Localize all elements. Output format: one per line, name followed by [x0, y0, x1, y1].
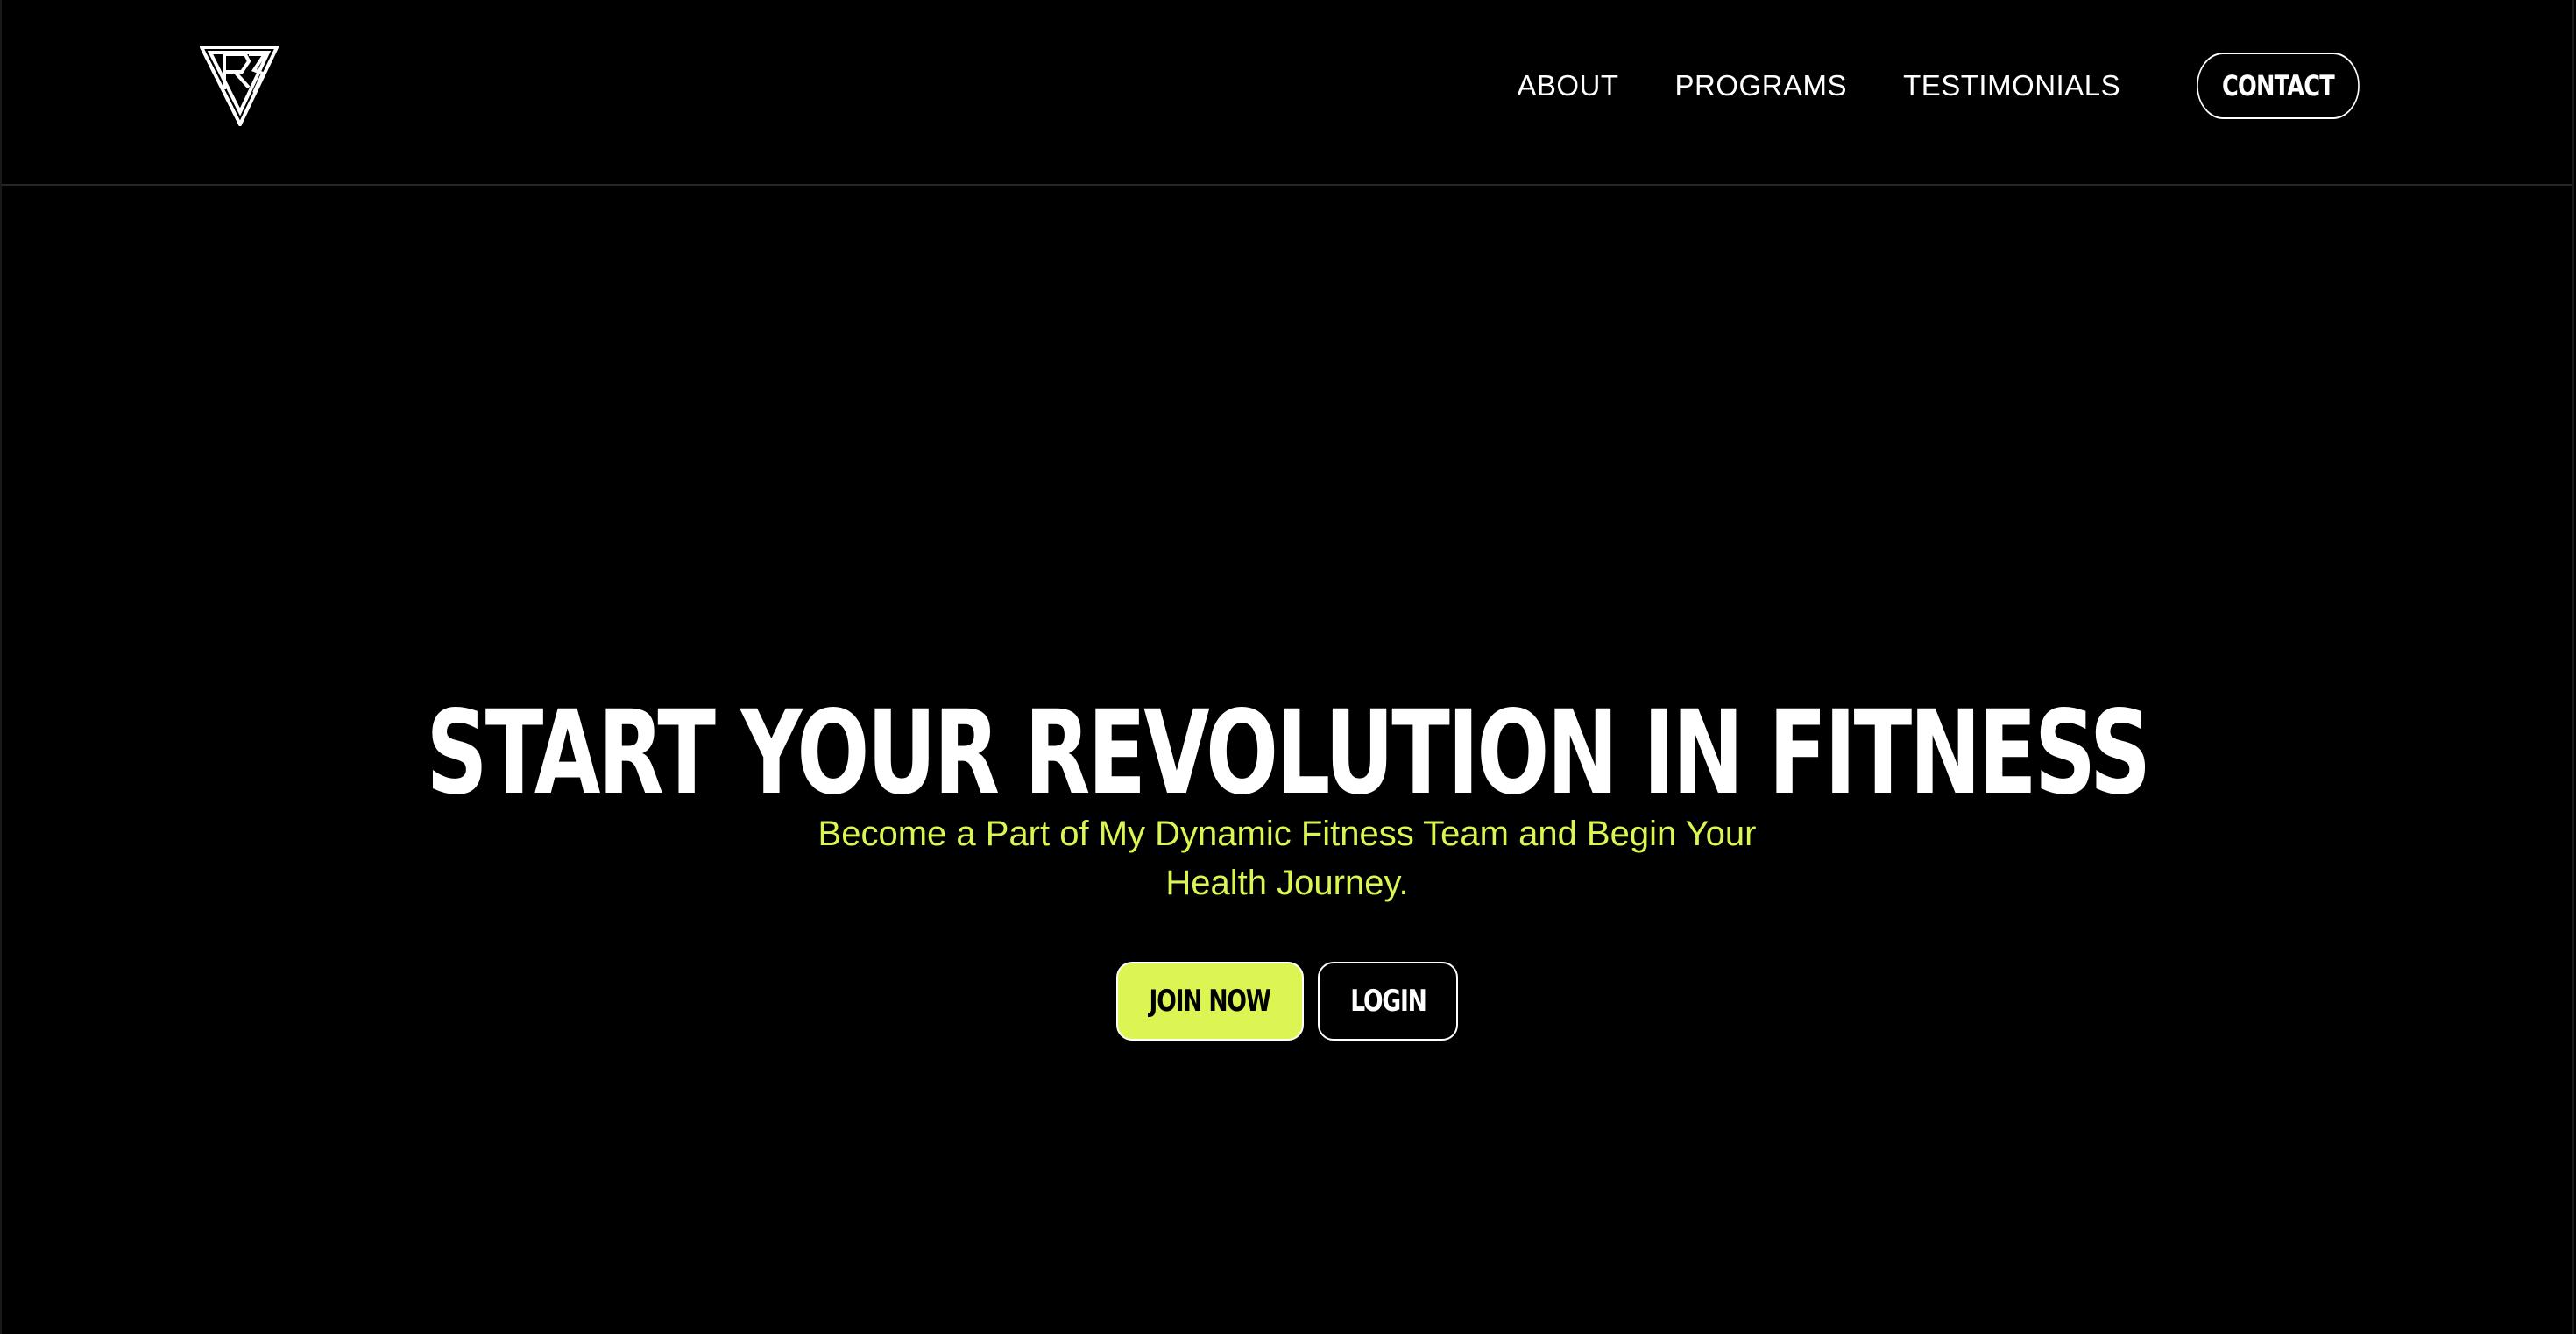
hero-section: START YOUR REVOLUTION IN FITNESS Become … [2, 692, 2572, 1041]
triangle-monogram-logo-icon [198, 46, 280, 129]
logo-link[interactable] [198, 44, 280, 129]
nav-programs-link[interactable]: PROGRAMS [1675, 69, 1848, 102]
hero-title: START YOUR REVOLUTION IN FITNESS [426, 686, 2151, 821]
hero-actions: JOIN NOW LOGIN [2, 962, 2572, 1041]
site-header: ABOUT PROGRAMS TESTIMONIALS CONTACT [2, 0, 2572, 186]
join-now-label: JOIN NOW [1149, 984, 1272, 1019]
nav-testimonials-link[interactable]: TESTIMONIALS [1903, 69, 2120, 102]
nav-about-link[interactable]: ABOUT [1517, 69, 1618, 102]
hero-subtitle: Become a Part of My Dynamic Fitness Team… [817, 815, 1757, 902]
contact-button[interactable]: CONTACT [2197, 53, 2360, 119]
join-now-button[interactable]: JOIN NOW [1116, 962, 1304, 1041]
login-label: LOGIN [1349, 984, 1427, 1019]
page: ABOUT PROGRAMS TESTIMONIALS CONTACT STAR… [0, 0, 2574, 1334]
login-button[interactable]: LOGIN [1318, 962, 1458, 1041]
main-nav: ABOUT PROGRAMS TESTIMONIALS CONTACT [1517, 51, 2380, 121]
